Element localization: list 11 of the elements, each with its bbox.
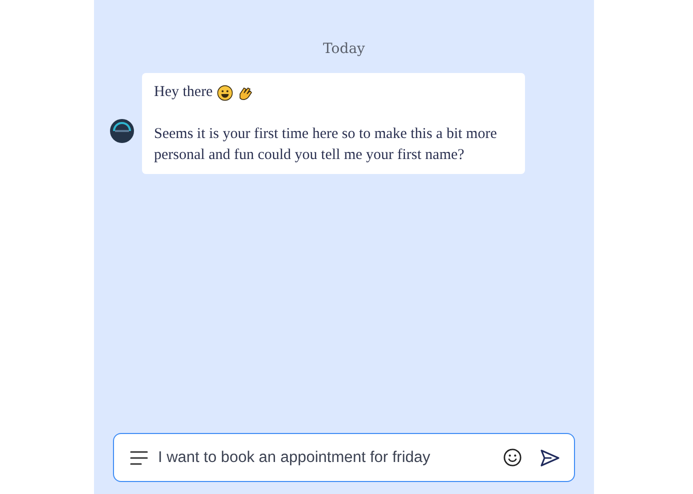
message-text: Seems it is your first time here so to make this a bit more personal and fun could you tell me your first name?: [154, 125, 498, 165]
greeting-text: Hey there: [154, 83, 213, 102]
message-input[interactable]: I want to book an appointment for friday: [158, 448, 493, 466]
smiley-face-icon: [216, 84, 233, 100]
date-divider: Today: [322, 41, 366, 59]
emoji-icon[interactable]: [503, 448, 522, 467]
menu-icon[interactable]: [130, 450, 148, 464]
send-icon[interactable]: [540, 448, 560, 466]
avatar-icon: [110, 118, 134, 142]
message-field[interactable]: I want to book an appointment for friday: [113, 433, 575, 482]
waving-hand-icon: [236, 84, 253, 100]
